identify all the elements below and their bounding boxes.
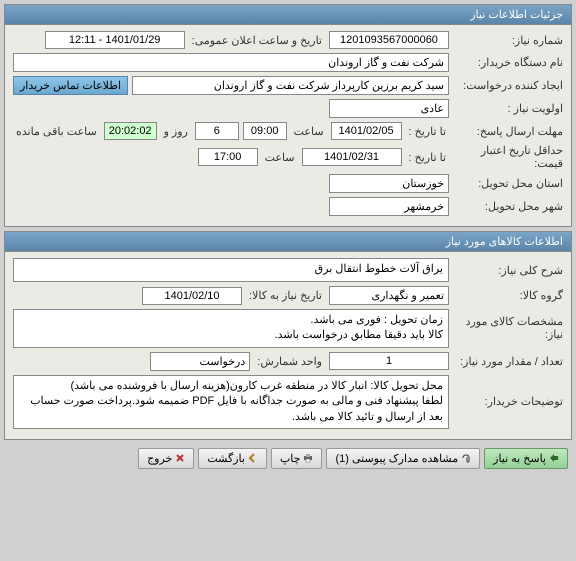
need-date-label: تاریخ نیاز به کالا: (246, 289, 325, 302)
footer-toolbar: پاسخ به نیاز مشاهده مدارک پیوستی (1) چاپ… (4, 444, 572, 473)
price-valid-date-field: 1401/02/31 (302, 148, 402, 166)
unit-label: واحد شمارش: (254, 355, 325, 368)
public-dt-label: تاریخ و ساعت اعلان عمومی: (189, 34, 325, 47)
city-label: شهر محل تحویل: (453, 200, 563, 213)
unit-field: درخواست (150, 352, 250, 371)
remain-days-field: 6 (195, 122, 239, 140)
desc-field: یراق آلات خطوط انتقال برق (13, 258, 449, 282)
deadline-date-field: 1401/02/05 (331, 122, 402, 140)
attachments-button[interactable]: مشاهده مدارک پیوستی (1) (326, 448, 480, 469)
buyer-notes-label: توضیحات خریدار: (453, 395, 563, 408)
deadline-time-field: 09:00 (243, 122, 287, 140)
to-date-label-1: تا تاریخ : (406, 125, 449, 138)
time-label-2: ساعت (262, 151, 298, 164)
contact-buyer-button[interactable]: اطلاعات تماس خریدار (13, 76, 128, 95)
requester-field: سید کریم برزین کارپرداز شرکت نفت و گاز ا… (132, 76, 449, 95)
group-field: تعمیر و نگهداری (329, 286, 449, 305)
spec-label: مشخصات کالای مورد نیاز: (453, 315, 563, 341)
deadline-label: مهلت ارسال پاسخ: (453, 125, 563, 138)
remain-time-field: 20:02:02 (104, 122, 157, 140)
price-valid-time-field: 17:00 (198, 148, 258, 166)
group-label: گروه کالا: (453, 289, 563, 302)
exit-label: خروج (147, 452, 172, 465)
attachments-label: مشاهده مدارک پیوستی (1) (335, 452, 458, 465)
exit-icon (175, 453, 185, 463)
print-button[interactable]: چاپ (271, 448, 323, 469)
spec-field: زمان تحویل : فوری می باشد.کالا باید دقیق… (13, 309, 449, 348)
buyer-field: شرکت نفت و گاز اروندان (13, 53, 449, 72)
exit-button[interactable]: خروج (138, 448, 194, 469)
remain-suffix: ساعت باقی مانده (13, 125, 100, 138)
qty-label: تعداد / مقدار مورد نیاز: (453, 355, 563, 368)
public-dt-field: 1401/01/29 - 12:11 (45, 31, 185, 49)
qty-field: 1 (329, 352, 449, 370)
buyer-label: نام دستگاه خریدار: (453, 56, 563, 69)
goods-info-header: اطلاعات کالاهای مورد نیاز (5, 232, 571, 252)
remain-days-unit: روز و (161, 125, 191, 138)
need-number-label: شماره نیاز: (453, 34, 563, 47)
province-label: استان محل تحویل: (453, 177, 563, 190)
need-number-field: 1201093567000060 (329, 31, 449, 49)
need-info-header: جزئیات اطلاعات نیاز (5, 5, 571, 25)
goods-info-body: شرح کلی نیاز: یراق آلات خطوط انتقال برق … (5, 252, 571, 439)
goods-info-panel: اطلاعات کالاهای مورد نیاز شرح کلی نیاز: … (4, 231, 572, 440)
time-label-1: ساعت (291, 125, 327, 138)
back-icon (248, 453, 258, 463)
attachment-icon (461, 453, 471, 463)
to-date-label-2: تا تاریخ : (406, 151, 449, 164)
need-info-body: شماره نیاز: 1201093567000060 تاریخ و ساع… (5, 25, 571, 226)
back-label: بازگشت (207, 452, 245, 465)
reply-button[interactable]: پاسخ به نیاز (484, 448, 568, 469)
need-date-field: 1401/02/10 (142, 287, 242, 305)
back-button[interactable]: بازگشت (198, 448, 267, 469)
print-icon (303, 453, 313, 463)
print-label: چاپ (280, 452, 301, 465)
need-info-panel: جزئیات اطلاعات نیاز شماره نیاز: 12010935… (4, 4, 572, 227)
price-valid-label: حداقل تاریخ اعتبار قیمت: (453, 144, 563, 170)
priority-label: اولویت نیاز : (453, 102, 563, 115)
buyer-notes-field: محل تحویل کالا: انبار کالا در منطقه غرب … (13, 375, 449, 429)
reply-label: پاسخ به نیاز (493, 452, 546, 465)
requester-label: ایجاد کننده درخواست: (453, 79, 563, 92)
city-field: خرمشهر (329, 197, 449, 216)
desc-label: شرح کلی نیاز: (453, 264, 563, 277)
reply-icon (549, 453, 559, 463)
priority-field: عادی (329, 99, 449, 118)
province-field: خوزستان (329, 174, 449, 193)
